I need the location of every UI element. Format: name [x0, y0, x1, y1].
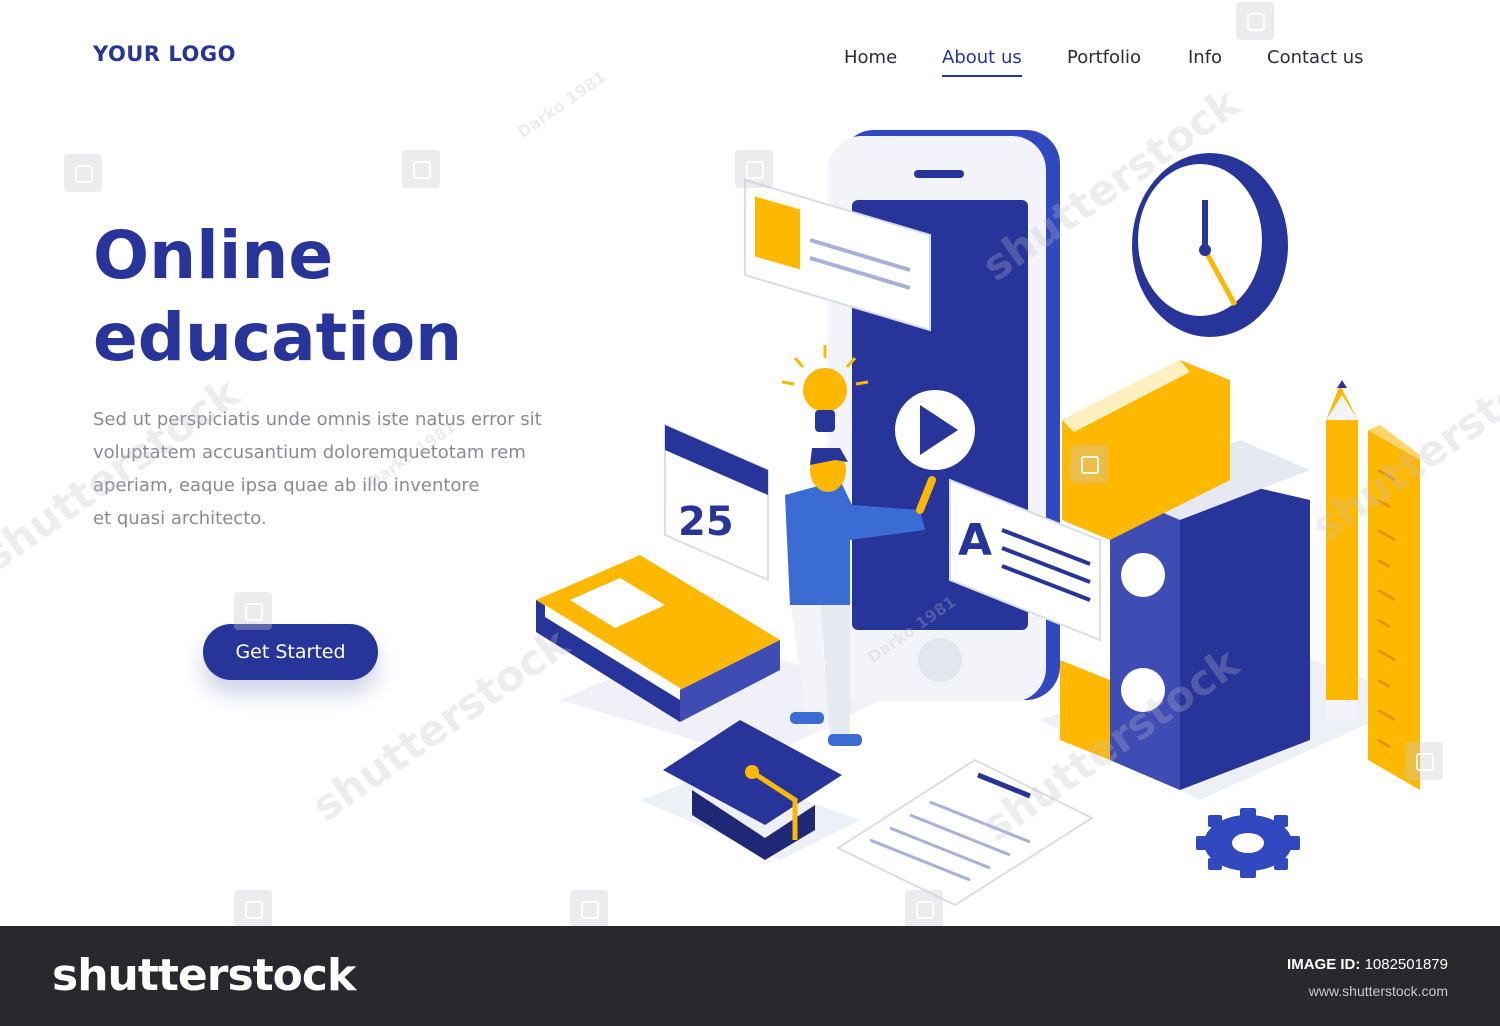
watermark-stamp-icon [402, 150, 440, 188]
card-letter: A [958, 515, 992, 566]
nav-about-us-label: About us [942, 47, 1022, 68]
education-illustration: A 25 [536, 130, 1420, 907]
gear-icon [1196, 808, 1300, 878]
pencil-icon [1326, 380, 1358, 720]
footer-image-id-label: IMAGE ID: [1287, 956, 1361, 973]
calendar-day: 25 [678, 499, 734, 545]
nav-contact-us[interactable]: Contact us [1267, 47, 1364, 68]
stock-footer: shutterstock IMAGE ID: 1082501879 www.sh… [0, 926, 1500, 1026]
watermark-stamp-icon [735, 150, 773, 188]
watermark-stamp-icon [64, 154, 102, 192]
footer-url: www.shutterstock.com [1308, 983, 1448, 999]
nav-portfolio[interactable]: Portfolio [1067, 47, 1141, 68]
get-started-button[interactable]: Get Started [203, 624, 378, 680]
watermark-stamp-icon [905, 890, 943, 926]
landing-page: YOUR LOGO Home About us Portfolio Info C… [0, 0, 1500, 926]
nav-home[interactable]: Home [844, 47, 897, 68]
footer-brand-logo: shutterstock [52, 950, 356, 1001]
footer-image-id: IMAGE ID: 1082501879 [1287, 956, 1448, 973]
page-title: Online education [93, 215, 462, 379]
calendar-icon: 25 [664, 423, 769, 582]
nav-active-underline [942, 75, 1022, 77]
watermark-stamp-icon [1236, 2, 1274, 40]
ruler-icon [1368, 425, 1420, 790]
footer-image-id-value: 1082501879 [1364, 956, 1448, 973]
page-title-line-2: education [93, 299, 463, 376]
nav-about-us[interactable]: About us [942, 47, 1022, 77]
nav-info[interactable]: Info [1188, 47, 1222, 68]
watermark-stamp-icon [234, 890, 272, 926]
watermark-stamp-icon [1070, 445, 1108, 483]
page-title-line-1: Online [93, 217, 334, 294]
document-icon [835, 758, 1095, 907]
watermark-stamp-icon [1405, 742, 1443, 780]
clock-icon [1132, 153, 1288, 337]
play-icon [895, 390, 975, 470]
main-nav: Home About us Portfolio Info Contact us [0, 47, 1500, 77]
watermark-stamp-icon [234, 592, 272, 630]
watermark-stamp-icon [570, 890, 608, 926]
